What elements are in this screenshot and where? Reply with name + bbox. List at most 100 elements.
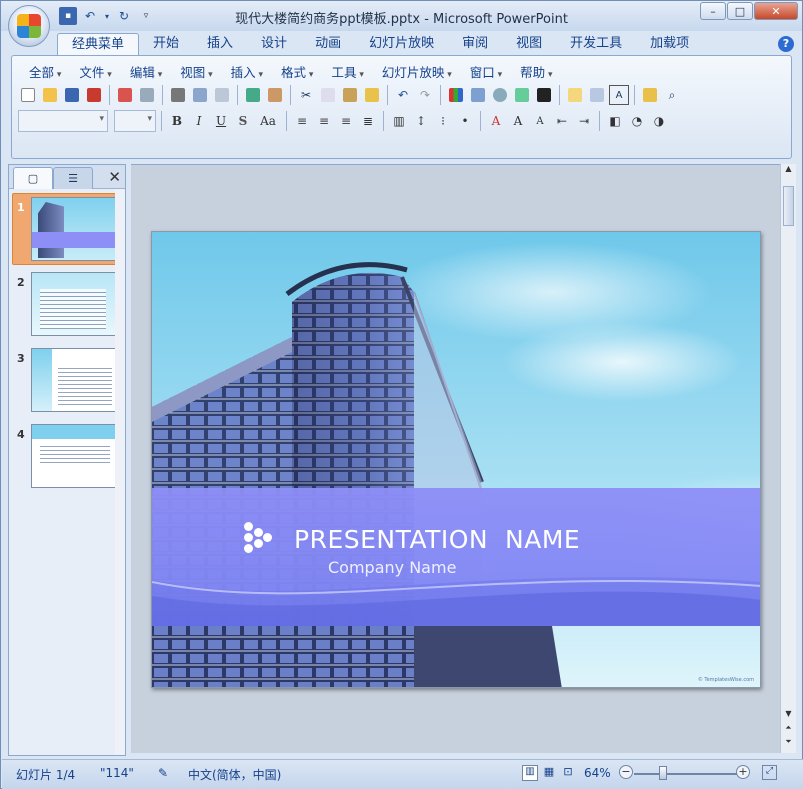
menu-item-9[interactable]: 帮助 xyxy=(511,64,561,82)
redo-icon[interactable]: ↷ xyxy=(415,85,435,105)
shadow-button[interactable]: S xyxy=(233,111,253,131)
tab-0[interactable]: 经典菜单 xyxy=(57,33,140,55)
close-pane-icon[interactable]: ✕ xyxy=(108,168,121,186)
shapes-icon[interactable]: ◧ xyxy=(605,111,625,131)
attach-icon[interactable] xyxy=(137,85,157,105)
permission-icon[interactable] xyxy=(115,85,135,105)
slide-thumbnail-4[interactable]: 4 xyxy=(13,424,123,488)
zoom-slider[interactable] xyxy=(634,773,740,775)
paste-icon[interactable] xyxy=(340,85,360,105)
numbering-icon[interactable]: ⁝ xyxy=(433,111,453,131)
scroll-up-icon[interactable]: ▲ xyxy=(781,164,796,178)
justify-icon[interactable]: ≣ xyxy=(358,111,378,131)
decrease-font-icon[interactable]: A xyxy=(530,111,550,131)
layout-icon[interactable] xyxy=(587,85,607,105)
zoom-out-icon[interactable]: − xyxy=(619,765,633,779)
align-center-icon[interactable]: ≡ xyxy=(314,111,334,131)
next-slide-icon[interactable]: ⏷ xyxy=(781,737,796,751)
normal-view-icon[interactable]: ▥ xyxy=(522,765,538,781)
minimize-button[interactable]: – xyxy=(700,2,726,20)
fit-to-window-icon[interactable]: ⤢ xyxy=(762,765,777,780)
new-icon[interactable] xyxy=(18,85,38,105)
menu-item-3[interactable]: 视图 xyxy=(171,64,221,82)
zoom-level[interactable]: 64% xyxy=(584,766,611,780)
outline-tab[interactable]: ☰ xyxy=(53,167,93,189)
tab-5[interactable]: 幻灯片放映 xyxy=(355,33,448,55)
previous-slide-icon[interactable]: ⏶ xyxy=(781,723,796,737)
effects-icon[interactable]: ◑ xyxy=(649,111,669,131)
menu-item-1[interactable]: 文件 xyxy=(70,64,120,82)
change-case-button[interactable]: Aa xyxy=(255,111,281,131)
tab-1[interactable]: 开始 xyxy=(139,33,193,55)
tab-7[interactable]: 视图 xyxy=(502,33,556,55)
office-button[interactable] xyxy=(8,5,50,47)
hyperlink-icon[interactable] xyxy=(490,85,510,105)
new-slide-icon[interactable] xyxy=(565,85,585,105)
print-icon[interactable] xyxy=(168,85,188,105)
chart-icon[interactable] xyxy=(446,85,466,105)
font-size-combo[interactable] xyxy=(114,110,156,132)
tab-6[interactable]: 审阅 xyxy=(448,33,502,55)
align-left-icon[interactable]: ≡ xyxy=(292,111,312,131)
search-icon[interactable]: ⌕ xyxy=(662,85,682,105)
menu-item-7[interactable]: 幻灯片放映 xyxy=(373,64,461,82)
bullets-icon[interactable]: • xyxy=(455,111,475,131)
bold-button[interactable]: B xyxy=(167,111,187,131)
close-button[interactable]: ✕ xyxy=(754,2,798,20)
slide-thumbnail-1[interactable]: 1 xyxy=(12,193,122,265)
font-color-button[interactable]: A xyxy=(486,111,506,131)
text-box-icon[interactable]: A xyxy=(609,85,629,105)
italic-button[interactable]: I xyxy=(189,111,209,131)
table-icon[interactable] xyxy=(468,85,488,105)
tab-2[interactable]: 插入 xyxy=(193,33,247,55)
slide-show-icon[interactable]: ⊡ xyxy=(560,765,576,781)
vertical-scrollbar[interactable]: ▲ ▼ ⏶ ⏷ xyxy=(780,164,796,753)
underline-button[interactable]: U xyxy=(211,111,231,131)
scroll-down-icon[interactable]: ▼ xyxy=(781,709,796,723)
help-icon[interactable]: ? xyxy=(778,36,794,52)
slide-sorter-icon[interactable]: ▦ xyxy=(541,765,557,781)
menu-item-2[interactable]: 编辑 xyxy=(121,64,171,82)
maximize-button[interactable]: □ xyxy=(727,2,753,20)
decrease-indent-icon[interactable]: ⇤ xyxy=(552,111,572,131)
format-painter-icon[interactable] xyxy=(362,85,382,105)
increase-indent-icon[interactable]: ⇥ xyxy=(574,111,594,131)
page-setup-icon[interactable] xyxy=(212,85,232,105)
research-icon[interactable] xyxy=(265,85,285,105)
picture-icon[interactable] xyxy=(512,85,532,105)
copy-icon[interactable] xyxy=(318,85,338,105)
scroll-thumb[interactable] xyxy=(783,186,794,226)
line-spacing-icon[interactable]: ↕ xyxy=(411,111,431,131)
increase-font-icon[interactable]: A xyxy=(508,111,528,131)
tab-8[interactable]: 开发工具 xyxy=(556,33,636,55)
slide-title[interactable]: PRESENTATION NAME xyxy=(294,525,580,554)
language-indicator[interactable]: 中文(简体，中国) xyxy=(188,766,281,783)
menu-item-0[interactable]: 全部 xyxy=(20,64,70,82)
columns-icon[interactable]: ▥ xyxy=(389,111,409,131)
slides-tab[interactable]: ▢ xyxy=(13,167,53,189)
open-icon[interactable] xyxy=(40,85,60,105)
spell-check-icon[interactable]: ✎ xyxy=(158,766,168,780)
tab-3[interactable]: 设计 xyxy=(247,33,301,55)
tab-4[interactable]: 动画 xyxy=(301,33,355,55)
menu-item-8[interactable]: 窗口 xyxy=(461,64,511,82)
color-scheme-icon[interactable] xyxy=(534,85,554,105)
menu-item-4[interactable]: 插入 xyxy=(222,64,272,82)
menu-item-5[interactable]: 格式 xyxy=(272,64,322,82)
slide-thumbnail-2[interactable]: 2 xyxy=(13,272,123,336)
print-preview-icon[interactable] xyxy=(190,85,210,105)
slide-subtitle[interactable]: Company Name xyxy=(328,558,456,577)
zoom-slider-thumb[interactable] xyxy=(659,766,667,780)
spelling-icon[interactable] xyxy=(243,85,263,105)
align-right-icon[interactable]: ≡ xyxy=(336,111,356,131)
draw-icon[interactable]: ◔ xyxy=(627,111,647,131)
pane-scrollbar[interactable] xyxy=(115,189,125,755)
font-name-combo[interactable] xyxy=(18,110,108,132)
slide-thumbnail-3[interactable]: 3 xyxy=(13,348,123,412)
cut-icon[interactable]: ✂ xyxy=(296,85,316,105)
current-slide[interactable]: PRESENTATION NAME Company Name © Templat… xyxy=(151,231,761,688)
save-as-pdf-icon[interactable] xyxy=(84,85,104,105)
save-icon[interactable] xyxy=(62,85,82,105)
tab-9[interactable]: 加载项 xyxy=(636,33,703,55)
undo-icon[interactable]: ↶ xyxy=(393,85,413,105)
